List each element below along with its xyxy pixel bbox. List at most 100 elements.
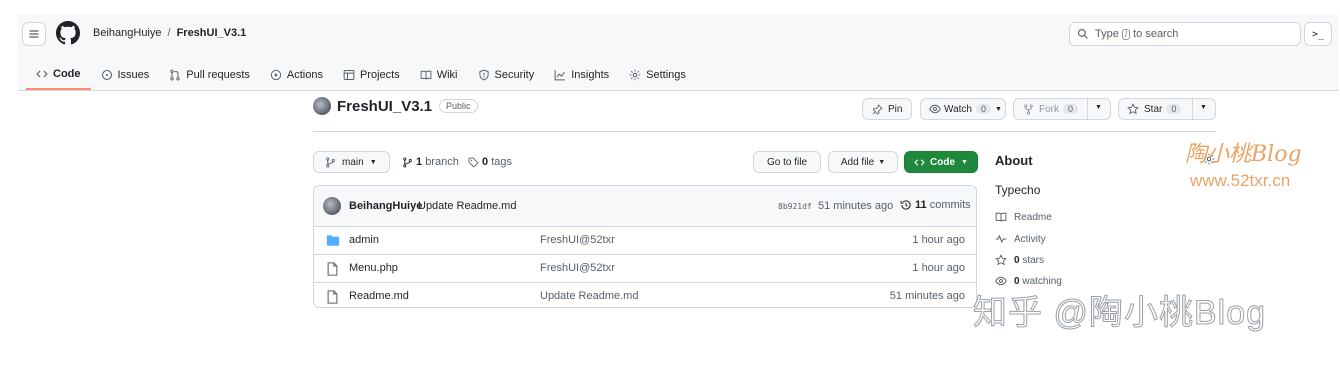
about-heading: About — [995, 153, 1033, 168]
avatar[interactable] — [323, 197, 341, 215]
button-divider — [1087, 99, 1088, 119]
repo-title-row: FreshUI_V3.1 Public — [313, 97, 478, 115]
table-icon — [343, 70, 355, 80]
tags-link[interactable]: 0 tags — [468, 156, 512, 168]
breadcrumb: BeihangHuiye / FreshUI_V3.1 — [93, 27, 246, 39]
github-logo-icon[interactable] — [56, 21, 80, 45]
tab-label: Projects — [359, 69, 400, 81]
stars-count: 0 — [1014, 254, 1020, 266]
watermark-zhihu: 知乎 @陶小桃Blog — [972, 294, 1267, 333]
file-time: 1 hour ago — [912, 262, 965, 274]
page-title[interactable]: FreshUI_V3.1 — [337, 98, 432, 115]
star-button-group: Star 0 ▼ — [1118, 98, 1216, 120]
hamburger-icon — [29, 30, 39, 38]
search-icon — [1077, 28, 1088, 39]
repo-tabs: Code Issues Pull requests Actions Projec… — [26, 60, 696, 90]
star-button[interactable]: Star 0 — [1127, 103, 1185, 115]
file-commit-message[interactable]: FreshUI@52txr — [540, 262, 615, 274]
gear-icon — [629, 69, 641, 81]
commit-sha[interactable]: 8b921df — [778, 202, 812, 211]
chevron-down-icon: ▼ — [961, 158, 968, 166]
header-divider — [313, 131, 1216, 132]
breadcrumb-owner[interactable]: BeihangHuiye — [93, 27, 162, 39]
about-readme-link[interactable]: Readme — [995, 211, 1052, 223]
search-input[interactable]: Type / to search — [1069, 22, 1301, 46]
breadcrumb-repo[interactable]: FreshUI_V3.1 — [177, 27, 247, 39]
star-label: Star — [1144, 103, 1163, 115]
watermark-brand: 陶小桃Blog — [1185, 142, 1302, 167]
star-icon — [995, 254, 1007, 266]
search-shortcut-key: / — [1121, 28, 1131, 40]
button-divider — [1192, 99, 1193, 119]
branches-label: branch — [425, 156, 459, 168]
chevron-down-icon: ▼ — [878, 158, 886, 166]
commit-author[interactable]: BeihangHuiye — [349, 200, 422, 212]
global-header: BeihangHuiye / FreshUI_V3.1 Type / to sear… — [18, 14, 1338, 91]
table-row[interactable]: Menu.php FreshUI@52txr 1 hour ago — [314, 255, 976, 283]
history-icon — [900, 200, 911, 210]
commits-label: commits — [929, 199, 971, 211]
file-icon — [327, 290, 338, 304]
fork-button-group: Fork 0 ▼ — [1013, 98, 1111, 120]
fork-count: 0 — [1063, 104, 1079, 114]
file-name[interactable]: Menu.php — [349, 262, 398, 274]
tab-pull-requests[interactable]: Pull requests — [159, 61, 260, 89]
pull-request-icon — [170, 69, 180, 81]
tab-actions[interactable]: Actions — [260, 61, 333, 89]
fork-button[interactable]: Fork 0 — [1023, 104, 1082, 115]
shield-icon — [478, 69, 489, 81]
about-activity-label: Activity — [1014, 233, 1046, 245]
about-stars-link[interactable]: 0 stars — [995, 254, 1044, 266]
about-readme-label: Readme — [1014, 211, 1052, 223]
fork-dropdown-chevron-icon[interactable]: ▼ — [1095, 104, 1102, 111]
watch-button[interactable]: Watch 0 ▼ — [920, 98, 1006, 120]
file-name[interactable]: Readme.md — [349, 290, 409, 302]
file-commit-message[interactable]: FreshUI@52txr — [540, 234, 615, 246]
tab-security[interactable]: Security — [468, 61, 545, 89]
commits-count: 11 — [915, 199, 927, 211]
branches-count: 1 — [416, 156, 423, 168]
file-time: 51 minutes ago — [889, 290, 965, 302]
tab-issues[interactable]: Issues — [91, 61, 160, 89]
branches-link[interactable]: 1 branch — [402, 156, 459, 168]
commits-link[interactable]: 11 commits — [900, 199, 971, 211]
code-icon — [36, 70, 48, 78]
tab-label: Actions — [286, 69, 323, 81]
latest-commit-bar: BeihangHuiye Update Readme.md 8b921df 51… — [314, 186, 976, 227]
table-row[interactable]: admin FreshUI@52txr 1 hour ago — [314, 227, 976, 255]
breadcrumb-separator: / — [167, 27, 171, 39]
tab-insights[interactable]: Insights — [544, 61, 619, 89]
tab-settings[interactable]: Settings — [619, 61, 696, 89]
pin-button[interactable]: Pin — [862, 98, 912, 120]
file-commit-message[interactable]: Update Readme.md — [540, 290, 638, 302]
file-name[interactable]: admin — [349, 234, 379, 246]
table-row[interactable]: Readme.md Update Readme.md 51 minutes ag… — [314, 283, 976, 307]
file-time: 1 hour ago — [912, 234, 965, 246]
command-palette-button[interactable]: >_ — [1304, 22, 1332, 46]
tab-projects[interactable]: Projects — [333, 61, 410, 89]
go-to-file-button[interactable]: Go to file — [753, 151, 821, 173]
book-icon — [995, 212, 1007, 222]
tab-label: Security — [494, 69, 535, 81]
avatar[interactable] — [313, 97, 331, 115]
graph-icon — [554, 70, 566, 81]
star-dropdown-chevron-icon[interactable]: ▼ — [1200, 104, 1207, 111]
tab-label: Code — [53, 68, 81, 80]
code-button[interactable]: Code ▼ — [904, 151, 978, 173]
fork-icon — [1024, 104, 1033, 114]
commit-message[interactable]: Update Readme.md — [418, 200, 516, 212]
code-label: Code — [930, 156, 956, 168]
tab-code[interactable]: Code — [26, 60, 91, 90]
watermark-site: www.52txr.cn — [1190, 171, 1291, 190]
tab-wiki[interactable]: Wiki — [410, 61, 468, 89]
pulse-icon — [995, 234, 1007, 244]
play-icon — [270, 69, 282, 81]
folder-icon — [326, 235, 340, 246]
tab-label: Pull requests — [186, 69, 250, 81]
add-file-button[interactable]: Add file ▼ — [828, 151, 898, 173]
menu-button[interactable] — [22, 22, 46, 46]
file-icon — [327, 262, 338, 276]
branch-select-button[interactable]: main ▼ — [313, 151, 390, 173]
fork-label: Fork — [1039, 103, 1059, 115]
about-activity-link[interactable]: Activity — [995, 233, 1046, 245]
